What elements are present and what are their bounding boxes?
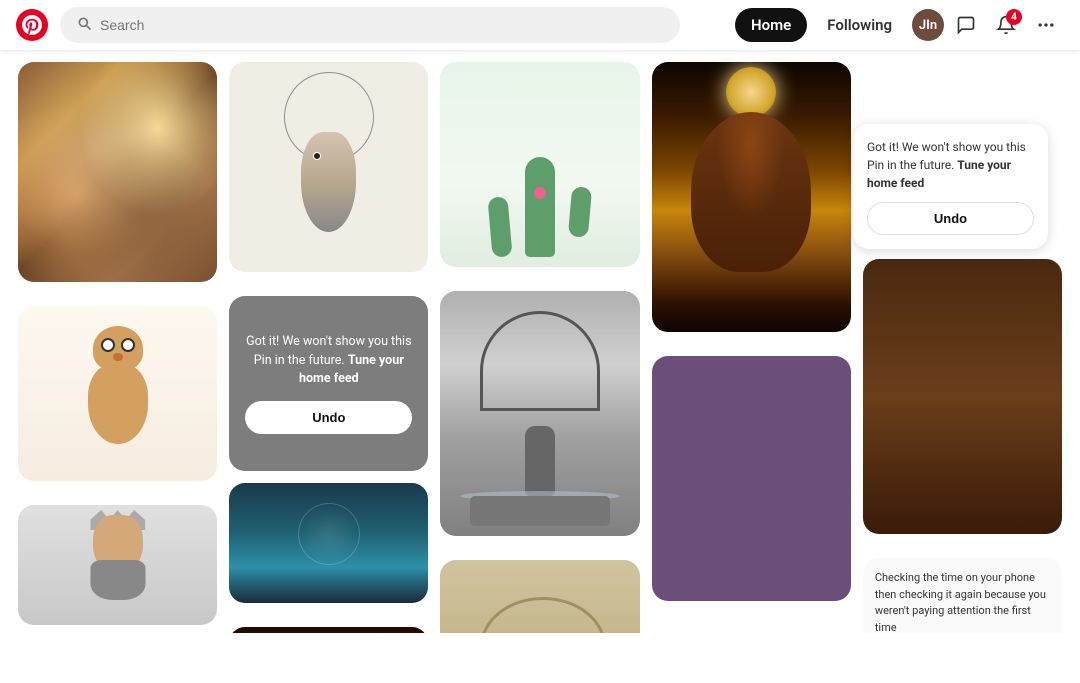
baroque-image bbox=[18, 62, 217, 282]
more-icon bbox=[1036, 15, 1056, 35]
cactus-main bbox=[525, 157, 555, 257]
owl-beak bbox=[113, 353, 123, 361]
cactus-arm-right bbox=[568, 186, 592, 238]
king-beard bbox=[90, 560, 145, 600]
messages-icon bbox=[956, 15, 976, 35]
koi-shape bbox=[301, 132, 356, 232]
pin-arch[interactable] bbox=[440, 560, 639, 633]
arch-image bbox=[440, 560, 639, 633]
pin-teal[interactable] bbox=[229, 483, 428, 603]
teal-image bbox=[229, 483, 428, 603]
header: Home Following JIn 4 bbox=[0, 0, 1080, 50]
fountain-arch bbox=[480, 311, 600, 411]
pin-king[interactable] bbox=[18, 505, 217, 625]
undo-button-1[interactable]: Undo bbox=[245, 401, 412, 434]
pin-owl[interactable] bbox=[18, 306, 217, 481]
owl-body bbox=[88, 364, 148, 444]
search-bar[interactable] bbox=[60, 7, 680, 43]
fountain-base bbox=[470, 496, 610, 526]
more-button[interactable] bbox=[1028, 7, 1064, 43]
brown-image bbox=[863, 259, 1062, 534]
koi-image bbox=[229, 62, 428, 272]
owl-image bbox=[18, 306, 217, 481]
floating-panel-undo-button[interactable]: Undo bbox=[867, 202, 1034, 235]
pin-brown[interactable] bbox=[863, 259, 1062, 534]
nav-home[interactable]: Home bbox=[735, 8, 807, 42]
pin-koi[interactable] bbox=[229, 62, 428, 272]
fountain-figure bbox=[525, 426, 555, 496]
koi-body bbox=[294, 132, 364, 262]
owl-eye-right bbox=[121, 338, 135, 352]
grid-col-1 bbox=[18, 62, 217, 633]
messages-button[interactable] bbox=[948, 7, 984, 43]
main-content: Got it! We won't show you this Pin in th… bbox=[0, 50, 1080, 633]
user-avatar[interactable]: JIn bbox=[912, 9, 944, 41]
owl-head bbox=[93, 326, 143, 371]
rose-image bbox=[229, 627, 428, 633]
owl-eye-left bbox=[101, 338, 115, 352]
notification-badge: 4 bbox=[1006, 9, 1022, 25]
koi-eye bbox=[313, 152, 321, 160]
meme-text: Checking the time on your phone then che… bbox=[875, 570, 1050, 633]
search-icon bbox=[76, 15, 92, 35]
notifications-button[interactable]: 4 bbox=[988, 7, 1024, 43]
pin-fountain[interactable] bbox=[440, 291, 639, 536]
pin-purple[interactable] bbox=[652, 356, 851, 601]
content-wrapper: Got it! We won't show you this Pin in th… bbox=[16, 62, 1064, 633]
floating-dismissed-panel[interactable]: Got it! We won't show you this Pin in th… bbox=[853, 124, 1048, 249]
dismissed-text-1: Got it! We won't show you this Pin in th… bbox=[245, 333, 412, 389]
nav-links: Home Following JIn 4 bbox=[735, 7, 1064, 43]
grid-col-3 bbox=[440, 62, 639, 633]
pin-madonna[interactable] bbox=[652, 62, 851, 332]
king-image bbox=[18, 505, 217, 625]
pin-meme-text[interactable]: Checking the time on your phone then che… bbox=[863, 558, 1062, 633]
pin-rose[interactable] bbox=[229, 627, 428, 633]
cactus-image bbox=[440, 62, 639, 267]
cactus-flower bbox=[534, 187, 546, 199]
fountain-image bbox=[440, 291, 639, 536]
pin-baroque[interactable] bbox=[18, 62, 217, 282]
pinterest-logo[interactable] bbox=[16, 9, 48, 41]
cactus-arm-left bbox=[487, 196, 512, 258]
floating-panel-text: Got it! We won't show you this Pin in th… bbox=[867, 138, 1034, 192]
nav-following[interactable]: Following bbox=[811, 8, 908, 42]
dismissed-card-1[interactable]: Got it! We won't show you this Pin in th… bbox=[229, 296, 428, 471]
madonna-image bbox=[652, 62, 851, 332]
grid-col-2: Got it! We won't show you this Pin in th… bbox=[229, 62, 428, 633]
pin-cactus[interactable] bbox=[440, 62, 639, 267]
search-input[interactable] bbox=[100, 17, 664, 33]
grid-col-4 bbox=[652, 62, 851, 633]
